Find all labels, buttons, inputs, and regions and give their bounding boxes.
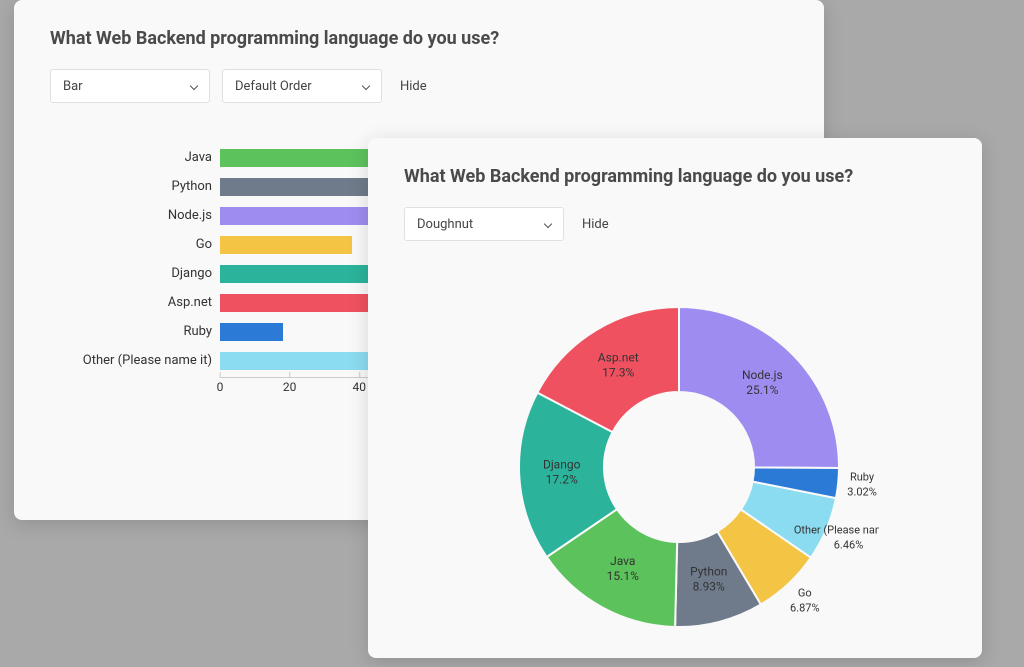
slice-name: Node.js bbox=[742, 368, 783, 382]
chart-type-select[interactable]: Doughnut bbox=[404, 207, 564, 241]
axis-tick: 20 bbox=[283, 380, 297, 394]
bar-label: Other (Please name it) bbox=[80, 353, 220, 368]
slice-percent: 6.87% bbox=[790, 601, 820, 614]
bar-label: Node.js bbox=[80, 208, 220, 223]
order-value: Default Order bbox=[235, 79, 312, 94]
chevron-down-icon bbox=[189, 81, 199, 91]
bar-label: Ruby bbox=[80, 324, 220, 339]
bar-label: Go bbox=[80, 237, 220, 252]
slice-name: Go bbox=[798, 586, 812, 599]
bar-label: Django bbox=[80, 266, 220, 281]
slice-percent: 17.3% bbox=[602, 365, 634, 379]
chevron-down-icon bbox=[543, 219, 553, 229]
axis-tick: 40 bbox=[353, 380, 367, 394]
slice-name: Java bbox=[610, 554, 635, 568]
slice-percent: 3.02% bbox=[847, 486, 877, 499]
slice-name: Python bbox=[690, 565, 727, 579]
controls-doughnut: Doughnut Hide bbox=[404, 207, 954, 241]
slice-percent: 25.1% bbox=[746, 383, 778, 397]
controls-bar: Bar Default Order Hide bbox=[50, 69, 788, 103]
bar-label: Java bbox=[80, 150, 220, 165]
title-bar: What Web Backend programming language do… bbox=[50, 28, 788, 49]
card-doughnut: What Web Backend programming language do… bbox=[368, 138, 982, 658]
chart-type-select[interactable]: Bar bbox=[50, 69, 210, 103]
hide-link[interactable]: Hide bbox=[400, 79, 427, 94]
bar-fill bbox=[220, 236, 352, 254]
slice-percent: 6.46% bbox=[834, 539, 864, 552]
slice-name: Asp.net bbox=[598, 350, 639, 364]
chart-type-value: Bar bbox=[63, 79, 83, 94]
chart-type-value: Doughnut bbox=[417, 217, 473, 232]
bar-fill bbox=[220, 352, 384, 370]
slice-name: Ruby bbox=[850, 471, 875, 484]
chevron-down-icon bbox=[361, 81, 371, 91]
order-select[interactable]: Default Order bbox=[222, 69, 382, 103]
slice-percent: 15.1% bbox=[607, 569, 639, 583]
slice-name: Other (Please name it) bbox=[794, 524, 879, 537]
title-doughnut: What Web Backend programming language do… bbox=[404, 166, 954, 187]
slice-percent: 17.2% bbox=[546, 473, 578, 487]
slice-name: Django bbox=[543, 458, 581, 472]
slice-percent: 8.93% bbox=[693, 580, 725, 594]
bar-label: Asp.net bbox=[80, 295, 220, 310]
bar-fill bbox=[220, 323, 283, 341]
axis-tick: 0 bbox=[217, 380, 224, 394]
hide-link[interactable]: Hide bbox=[582, 217, 609, 232]
bar-label: Python bbox=[80, 179, 220, 194]
doughnut-chart: Node.js25.1% Ruby 3.02% Other (Please name … bbox=[404, 267, 954, 667]
